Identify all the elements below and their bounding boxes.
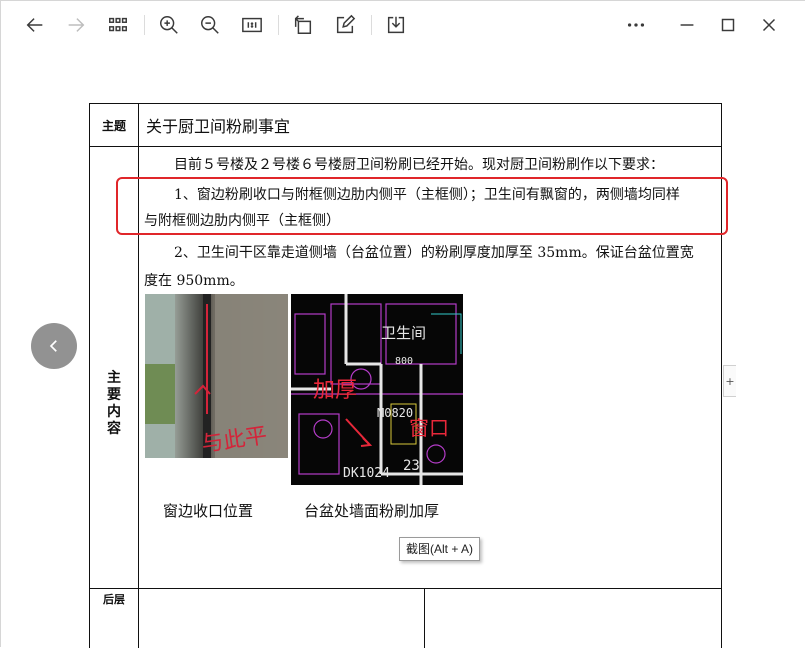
edit-button[interactable]	[329, 9, 361, 41]
main-content-label-text: 主 要 内 容	[90, 370, 138, 438]
rotate-button[interactable]	[287, 9, 319, 41]
zoom-out-button[interactable]	[194, 9, 226, 41]
previous-image-button[interactable]	[31, 323, 77, 369]
drawing-label-dk: DK1024	[343, 466, 390, 481]
image-canvas[interactable]: 主题 关于厨卫间粉刷事宜 主 要 内 容 目前５号楼及２号楼６号楼厨卫间粉刷已经…	[1, 53, 805, 648]
maximize-icon	[721, 18, 735, 32]
toolbar	[1, 1, 805, 53]
side-panel-toggle[interactable]: +	[723, 365, 736, 397]
edit-icon	[336, 14, 356, 34]
paragraph-item2-line1: 2、卫生间干区靠走道侧墙（台盆位置）的粉刷厚度加厚至 35mm。保证台盆位置宽	[174, 245, 694, 261]
screenshot-tooltip: 截图(Alt + A)	[399, 537, 481, 561]
forward-button[interactable]	[60, 9, 92, 41]
zoom-in-icon	[160, 16, 178, 34]
maximize-button[interactable]	[712, 9, 744, 41]
window-edge-photo: 与此平	[145, 294, 288, 458]
toolbar-separator	[144, 15, 145, 35]
drawing-label-23: 23	[403, 458, 420, 474]
drawing-annotation-thicken: 加厚	[313, 378, 358, 403]
close-button[interactable]	[753, 9, 785, 41]
subject-text: 关于厨卫间粉刷事宜	[146, 117, 291, 136]
toolbar-separator	[371, 15, 372, 35]
actual-size-icon	[242, 17, 262, 33]
minimize-button[interactable]	[671, 9, 703, 41]
caption-left: 窗边收口位置	[163, 502, 254, 520]
next-row: 后层	[90, 588, 721, 648]
drawing-room-label: 卫生间	[381, 324, 427, 342]
more-button[interactable]	[620, 9, 652, 41]
more-icon	[627, 23, 645, 27]
subject-row: 主题 关于厨卫间粉刷事宜	[90, 104, 721, 147]
image-viewer-window: 主题 关于厨卫间粉刷事宜 主 要 内 容 目前５号楼及２号楼６号楼厨卫间粉刷已经…	[0, 0, 805, 648]
drawing-label-door: M0820	[377, 406, 414, 420]
next-row-label: 后层	[103, 593, 125, 606]
label-char: 要	[107, 387, 121, 403]
rotate-icon	[294, 15, 312, 34]
subject-label: 主题	[90, 104, 139, 146]
paragraph-intro: 目前５号楼及２号楼６号楼厨卫间粉刷已经开始。现对厨卫间粉刷作以下要求：	[174, 157, 664, 173]
red-highlight-box	[116, 177, 728, 235]
thumbnails-button[interactable]	[102, 9, 134, 41]
toolbar-separator	[278, 15, 279, 35]
drawing-annotation-window: 窗口	[409, 416, 449, 440]
arrow-left-icon	[26, 18, 43, 32]
download-icon	[387, 16, 405, 34]
label-char: 容	[107, 421, 121, 437]
save-button[interactable]	[380, 9, 412, 41]
close-icon	[762, 18, 776, 32]
actual-size-button[interactable]	[236, 9, 268, 41]
zoom-in-button[interactable]	[153, 9, 185, 41]
label-char: 内	[107, 404, 121, 420]
minimize-icon	[680, 24, 694, 26]
arrow-right-icon	[68, 18, 85, 32]
floor-plan-drawing: 卫生间 800 加厚 窗口 M0820 DK1024 23	[291, 294, 463, 485]
label-char: 主	[107, 370, 121, 386]
zoom-out-icon	[201, 16, 219, 34]
caption-right: 台盆处墙面粉刷加厚	[304, 502, 440, 520]
drawing-dimension-800: 800	[395, 356, 414, 367]
row-divider	[138, 589, 139, 648]
row-divider	[424, 589, 425, 648]
back-button[interactable]	[19, 9, 51, 41]
chevron-left-icon	[49, 340, 57, 352]
grid-icon	[109, 17, 127, 32]
paragraph-item2-line2: 度在 950mm。	[144, 273, 244, 289]
